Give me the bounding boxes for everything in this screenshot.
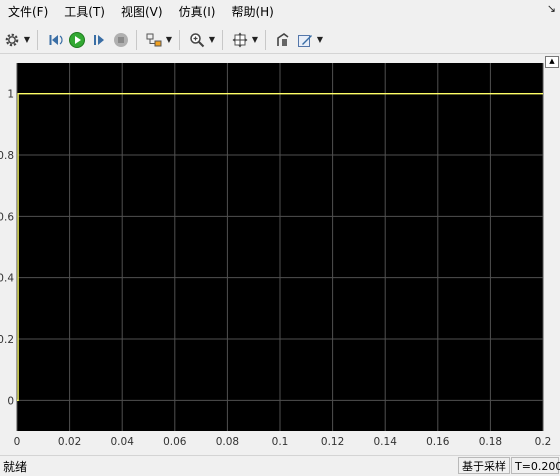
status-ready-text: 就绪 [3, 460, 28, 474]
autoscale-icon [232, 32, 248, 47]
run-icon [69, 31, 85, 48]
toolbar-separator [179, 29, 180, 50]
stop-button[interactable] [111, 30, 131, 50]
measurements-button[interactable] [295, 30, 315, 50]
status-sample-mode: 基于采样 [458, 457, 510, 474]
dock-arrow-icon[interactable]: ↘ [547, 2, 556, 15]
toolbar-separator [265, 29, 266, 50]
x-tick-label: 0.02 [58, 436, 81, 448]
style-icon [277, 32, 289, 46]
x-tick-label: 0.18 [479, 436, 502, 448]
configuration-dropdown[interactable]: ▼ [22, 30, 32, 50]
gear-icon [5, 33, 19, 46]
scope-plot-area: 0 0.2 0.4 0.6 0.8 1 0 0.02 0.04 0.06 0.08 0.1 0.12 0… [0, 54, 560, 455]
configuration-button[interactable] [2, 30, 22, 50]
highlight-block-button[interactable] [144, 30, 164, 50]
highlight-dropdown[interactable]: ▼ [164, 30, 174, 50]
zoom-dropdown[interactable]: ▼ [207, 30, 217, 50]
x-tick-label: 0.08 [216, 436, 239, 448]
zoom-icon [190, 32, 205, 47]
step-back-button[interactable] [45, 30, 65, 50]
menu-simulation[interactable]: 仿真(I) [171, 0, 224, 25]
autoscale-button[interactable] [230, 30, 250, 50]
style-button[interactable] [273, 30, 293, 50]
y-tick-label: 0.4 [0, 273, 14, 285]
x-tick-label: 0.16 [426, 436, 450, 448]
highlight-block-icon [146, 33, 162, 46]
status-time: T=0.200 [511, 457, 560, 474]
y-tick-label: 0.6 [0, 211, 14, 223]
menu-tools[interactable]: 工具(T) [56, 0, 113, 25]
autoscale-dropdown[interactable]: ▼ [250, 30, 260, 50]
menu-help[interactable]: 帮助(H) [223, 0, 281, 25]
toolbar: ▼ ▼ ▼ ▼ ▼ [0, 26, 560, 54]
toolbar-separator [136, 29, 137, 50]
menu-view[interactable]: 视图(V) [113, 0, 171, 25]
step-forward-button[interactable] [89, 30, 109, 50]
x-tick-label: 0.04 [111, 436, 135, 448]
status-bar: 就绪 基于采样 T=0.200 [0, 455, 560, 476]
x-tick-label: 0 [14, 436, 21, 448]
scope-axes[interactable]: 0 0.2 0.4 0.6 0.8 1 0 0.02 0.04 0.06 0.08 0.1 0.12 0… [0, 54, 560, 455]
x-tick-label: 0.06 [163, 436, 187, 448]
toolbar-separator [37, 29, 38, 50]
stop-icon [114, 32, 128, 47]
y-tick-label: 0.8 [0, 150, 14, 162]
x-tick-label: 0.1 [272, 436, 289, 448]
measurements-dropdown[interactable]: ▼ [315, 30, 325, 50]
run-button[interactable] [67, 30, 87, 50]
zoom-button[interactable] [187, 30, 207, 50]
toolbar-separator [222, 29, 223, 50]
y-tick-label: 0.2 [0, 334, 14, 346]
step-forward-icon [94, 34, 104, 45]
menu-bar: 文件(F) 工具(T) 视图(V) 仿真(I) 帮助(H) ↘ [0, 0, 560, 25]
x-tick-label: 0.2 [535, 436, 552, 448]
x-tick-label: 0.14 [374, 436, 398, 448]
step-back-icon [49, 34, 63, 45]
menu-file[interactable]: 文件(F) [0, 0, 56, 25]
y-tick-label: 1 [7, 89, 14, 101]
x-tick-label: 0.12 [321, 436, 344, 448]
undock-icon[interactable]: ▲ [545, 56, 559, 68]
measurements-icon [298, 34, 312, 47]
y-tick-label: 0 [7, 395, 14, 407]
